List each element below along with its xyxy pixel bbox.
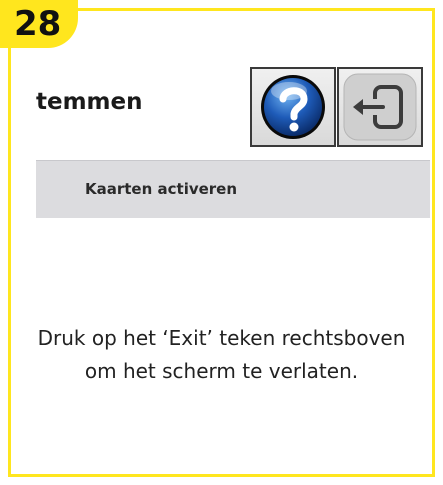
help-button[interactable]: [250, 67, 336, 147]
tab-kaarten-activeren[interactable]: Kaarten activeren: [85, 180, 237, 198]
step-number: 28: [14, 4, 62, 44]
exit-door-arrow-icon: [343, 73, 417, 141]
question-mark-icon: [261, 75, 325, 139]
exit-button[interactable]: [337, 67, 423, 147]
tab-bar: Kaarten activeren: [36, 160, 430, 218]
app-screenshot-excerpt: temmen Kaarten activeren: [36, 63, 430, 218]
step-badge: 28: [0, 0, 78, 48]
instruction-text: Druk op het ‘Exit’ teken rechtsboven om …: [37, 326, 406, 383]
window-title: temmen: [36, 89, 143, 115]
